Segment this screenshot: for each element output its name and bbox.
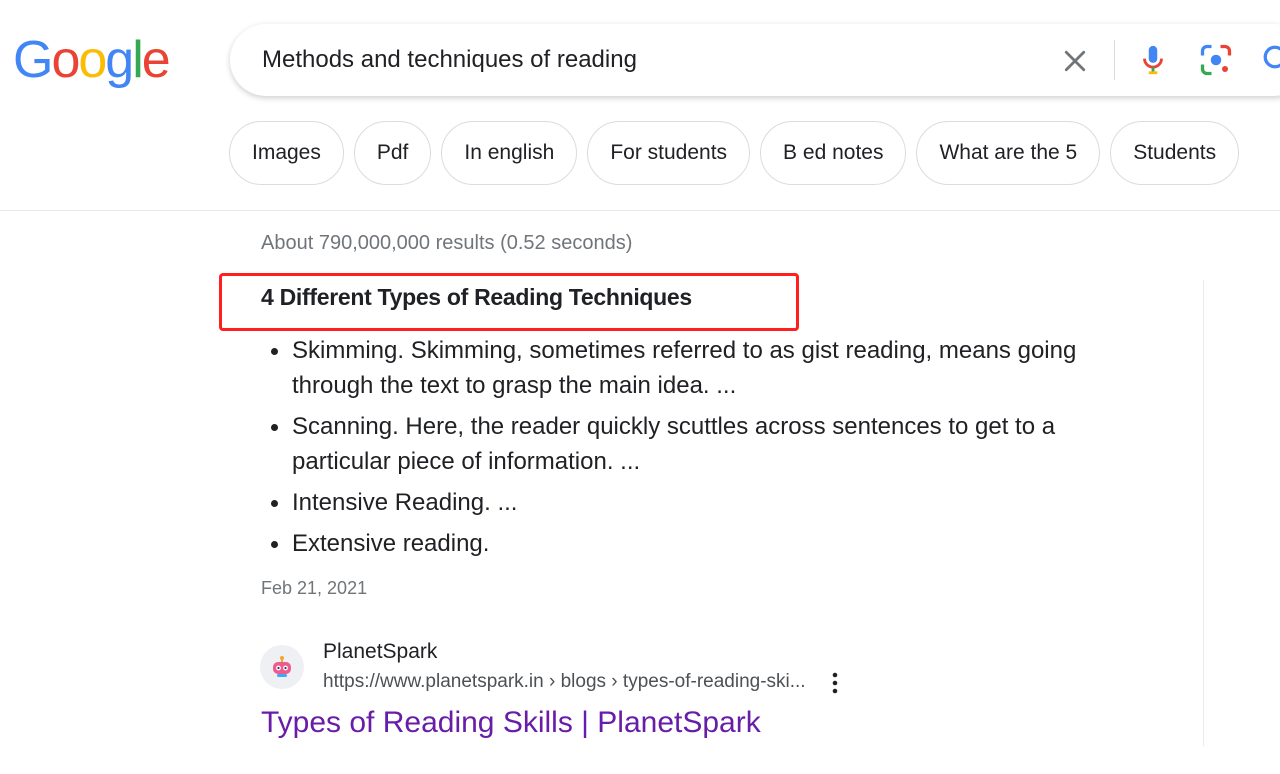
site-url[interactable]: https://www.planetspark.in › blogs › typ… bbox=[323, 671, 806, 693]
column-divider bbox=[1203, 280, 1204, 746]
search-icon[interactable] bbox=[1260, 42, 1280, 78]
chip-students[interactable]: Students bbox=[1110, 121, 1240, 185]
lens-icon[interactable] bbox=[1198, 42, 1234, 78]
snippet-bullets: Skimming. Skimming, sometimes referred t… bbox=[271, 333, 1152, 567]
list-item: Extensive reading. bbox=[271, 526, 1152, 561]
logo-letter: l bbox=[132, 31, 143, 89]
chip-in-english[interactable]: In english bbox=[441, 121, 578, 185]
close-icon[interactable] bbox=[1060, 46, 1090, 76]
chip-images[interactable]: Images bbox=[229, 121, 344, 185]
logo-letter: o bbox=[78, 31, 107, 89]
site-name[interactable]: PlanetSpark bbox=[323, 640, 437, 664]
logo-letter: o bbox=[51, 31, 80, 89]
list-item: Intensive Reading. ... bbox=[271, 485, 1152, 520]
list-item: Skimming. Skimming, sometimes referred t… bbox=[271, 333, 1152, 403]
google-logo[interactable]: Google bbox=[13, 31, 171, 89]
search-input[interactable] bbox=[262, 24, 1022, 96]
chip-pdf[interactable]: Pdf bbox=[353, 121, 432, 185]
snippet-date: Feb 21, 2021 bbox=[261, 578, 368, 598]
search-box bbox=[230, 24, 1280, 96]
results-stats: About 790,000,000 results (0.52 seconds) bbox=[261, 232, 633, 254]
chip-for-students[interactable]: For students bbox=[587, 121, 751, 185]
mic-icon[interactable] bbox=[1136, 42, 1170, 78]
search-divider bbox=[1114, 40, 1115, 80]
chip-what-are-the-5[interactable]: What are the 5 bbox=[916, 121, 1101, 185]
site-favicon[interactable] bbox=[260, 645, 304, 689]
result-title-link[interactable]: Types of Reading Skills | PlanetSpark bbox=[261, 706, 761, 740]
logo-letter: g bbox=[105, 31, 134, 89]
logo-letter: e bbox=[141, 31, 171, 89]
filter-chips: Images Pdf In english For students B ed … bbox=[229, 121, 1240, 185]
header-divider bbox=[0, 210, 1280, 211]
chip-b-ed-notes[interactable]: B ed notes bbox=[760, 121, 907, 185]
list-item: Scanning. Here, the reader quickly scutt… bbox=[271, 409, 1152, 479]
snippet-title: 4 Different Types of Reading Techniques bbox=[261, 284, 692, 310]
robot-icon bbox=[273, 656, 291, 677]
more-options-icon[interactable] bbox=[826, 670, 844, 696]
logo-letter: G bbox=[13, 31, 53, 89]
